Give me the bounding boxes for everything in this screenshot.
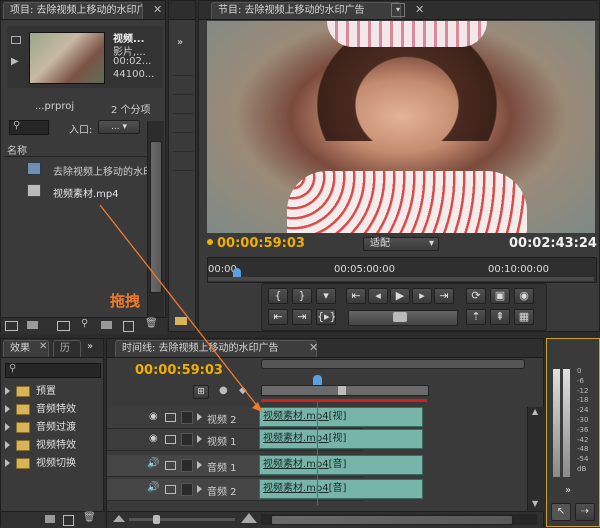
- drag-arrow: [99, 204, 263, 413]
- drag-arrow-line: [99, 204, 263, 413]
- drag-arrow-head: [252, 402, 262, 412]
